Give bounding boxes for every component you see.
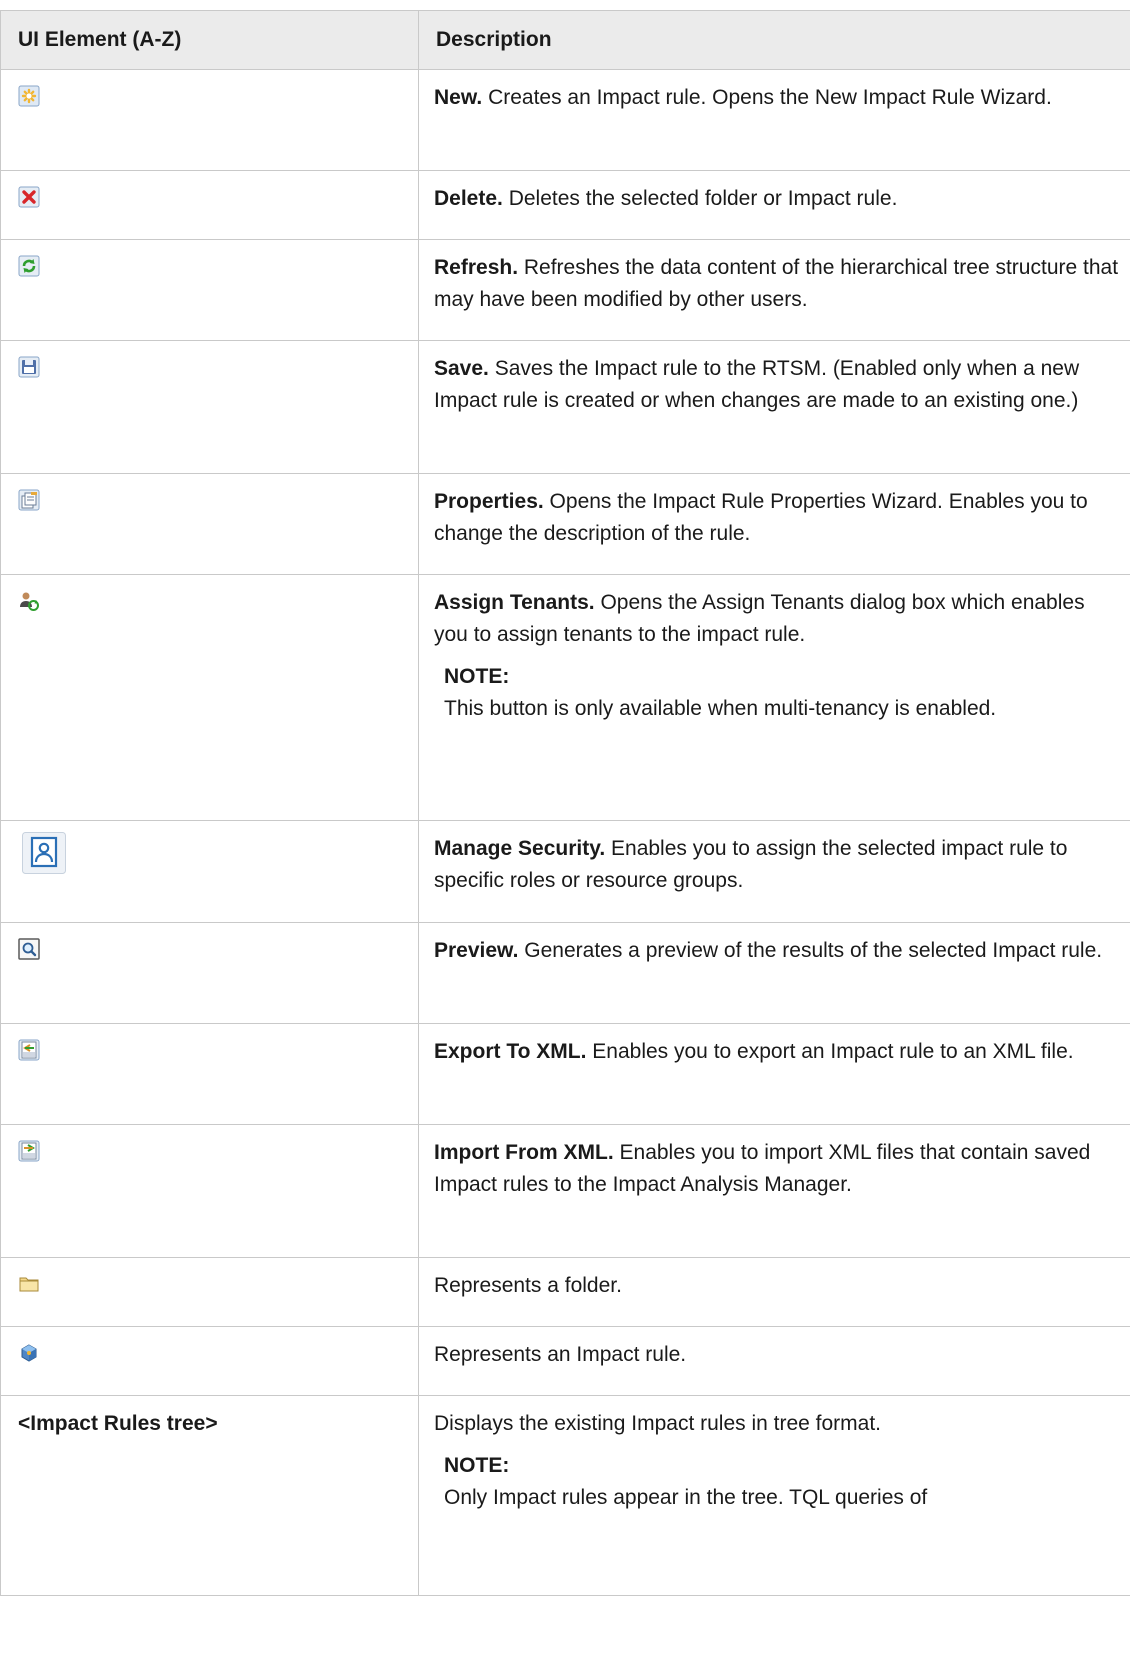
table-row: New. Creates an Impact rule. Opens the N… <box>0 69 1130 171</box>
import-xml-icon <box>18 1140 40 1162</box>
description-new: Creates an Impact rule. Opens the New Im… <box>482 86 1052 109</box>
impact-rule-icon <box>18 1342 40 1364</box>
term-delete: Delete. <box>434 187 503 210</box>
table-row: Assign Tenants. Opens the Assign Tenants… <box>0 574 1130 821</box>
note-label: NOTE: <box>444 665 510 688</box>
ui-elements-table: UI Element (A-Z) Description New. Create… <box>0 10 1130 1596</box>
table-row: Represents a folder. <box>0 1257 1130 1327</box>
term-properties: Properties. <box>434 490 544 513</box>
description-preview: Generates a preview of the results of th… <box>518 939 1103 962</box>
term-new: New. <box>434 86 483 109</box>
new-icon <box>18 85 40 107</box>
preview-icon <box>18 938 40 960</box>
description-impact-rules-tree: Displays the existing Impact rules in tr… <box>434 1412 882 1435</box>
column-header-ui-element: UI Element (A-Z) <box>0 10 419 70</box>
table-row: <Impact Rules tree> Displays the existin… <box>0 1395 1130 1596</box>
properties-icon <box>18 489 40 511</box>
note-text: Only Impact rules appear in the tree. TQ… <box>444 1486 928 1509</box>
term-preview: Preview. <box>434 939 519 962</box>
description-delete: Deletes the selected folder or Impact ru… <box>502 187 898 210</box>
term-export-xml: Export To XML. <box>434 1040 587 1063</box>
table-row: Import From XML. Enables you to import X… <box>0 1124 1130 1258</box>
folder-icon <box>18 1273 40 1295</box>
delete-icon <box>18 186 40 208</box>
table-row: Preview. Generates a preview of the resu… <box>0 922 1130 1024</box>
description-refresh: Refreshes the data content of the hierar… <box>434 256 1119 311</box>
term-refresh: Refresh. <box>434 256 519 279</box>
column-header-description: Description <box>418 10 1130 70</box>
table-row: Properties. Opens the Impact Rule Proper… <box>0 473 1130 575</box>
table-row: Export To XML. Enables you to export an … <box>0 1023 1130 1125</box>
manage-security-icon <box>22 832 66 874</box>
assign-tenants-icon <box>18 590 40 612</box>
description-folder: Represents a folder. <box>434 1274 622 1297</box>
table-row: Manage Security. Enables you to assign t… <box>0 820 1130 923</box>
table-row: Refresh. Refreshes the data content of t… <box>0 239 1130 341</box>
description-impact-rule: Represents an Impact rule. <box>434 1343 687 1366</box>
term-import-xml: Import From XML. <box>434 1141 614 1164</box>
note-label: NOTE: <box>444 1454 510 1477</box>
assign-tenants-description: Assign Tenants. Opens the Assign Tenants… <box>434 587 1122 651</box>
term-assign-tenants: Assign Tenants. <box>434 591 595 614</box>
term-manage-security: Manage Security. <box>434 837 606 860</box>
table-header-row: UI Element (A-Z) Description <box>0 10 1130 70</box>
element-impact-rules-tree: <Impact Rules tree> <box>0 1395 419 1596</box>
export-xml-icon <box>18 1039 40 1061</box>
description-export-xml: Enables you to export an Impact rule to … <box>586 1040 1074 1063</box>
refresh-icon <box>18 255 40 277</box>
table-row: Delete. Deletes the selected folder or I… <box>0 170 1130 240</box>
term-save: Save. <box>434 357 489 380</box>
note-text: This button is only available when multi… <box>444 697 997 720</box>
description-save: Saves the Impact rule to the RTSM. (Enab… <box>434 357 1080 412</box>
table-row: Save. Saves the Impact rule to the RTSM.… <box>0 340 1130 474</box>
table-row: Represents an Impact rule. <box>0 1326 1130 1396</box>
save-icon <box>18 356 40 378</box>
